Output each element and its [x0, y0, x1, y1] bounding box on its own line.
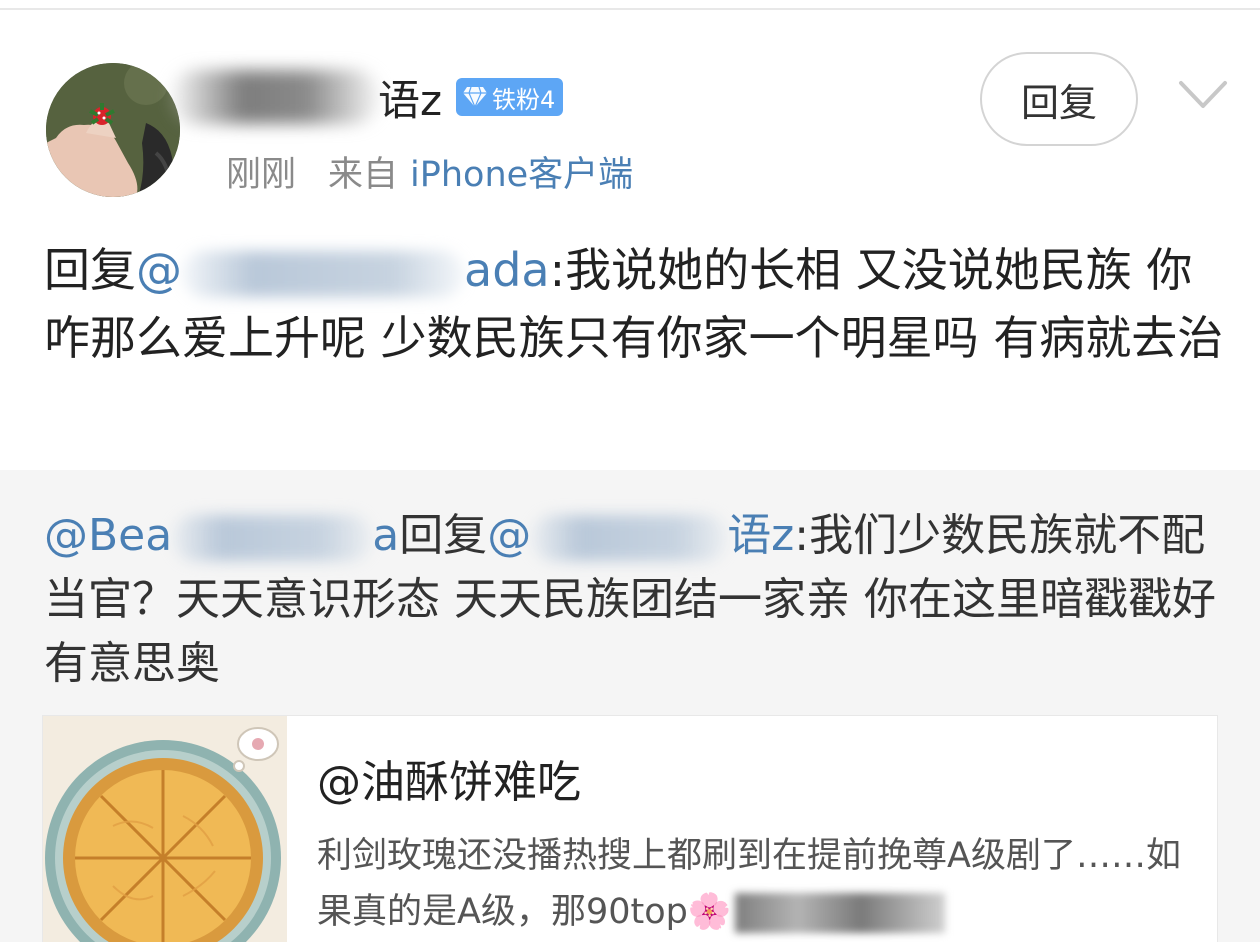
quoted-target-end: 语z: [727, 510, 795, 561]
source-link[interactable]: iPhone客户端: [410, 146, 633, 197]
diamond-icon: [463, 86, 488, 108]
card-description: 利剑玫瑰还没播热搜上都刷到在提前挽尊A级剧了……如果真的是A级，那90top🌸: [317, 828, 1197, 940]
quoted-target-redacted: [531, 515, 728, 561]
username[interactable]: 语z: [378, 67, 442, 128]
quoted-text: @Bea a回复@ 语z:我们少数民族就不配当官？天天意识形态 天天民族团结一家亲 …: [44, 504, 1229, 696]
post-meta: 刚刚 来自 iPhone客户端: [226, 146, 633, 197]
fan-badge[interactable]: 铁粉4: [456, 78, 564, 116]
username-row: 语z 铁粉4: [170, 62, 564, 132]
quoted-author-link[interactable]: @Bea a: [44, 510, 399, 561]
avatar[interactable]: [46, 63, 180, 197]
avatar-image: [46, 63, 180, 197]
quoted-reply-word: 回复: [399, 510, 488, 561]
chevron-down-icon[interactable]: [1178, 78, 1228, 112]
mention-link[interactable]: @ ada: [136, 243, 550, 297]
quoted-author-end: a: [372, 510, 400, 561]
comment-text: 回复@ ada:我说她的长相 又没说她民族 你咋那么爱上升呢 少数民族只有你家一个…: [44, 236, 1224, 372]
linked-post-card[interactable]: @油酥饼难吃 利剑玫瑰还没播热搜上都刷到在提前挽尊A级剧了……如果真的是A级，那…: [42, 715, 1218, 942]
mention-redacted: [182, 250, 464, 297]
username-redacted: [170, 70, 380, 124]
top-divider: [0, 8, 1260, 10]
quoted-author-start: @Bea: [44, 510, 173, 561]
fan-badge-label: 铁粉4: [492, 85, 556, 114]
mention-end: ada: [464, 243, 550, 297]
quoted-target-link[interactable]: @ 语z: [487, 510, 794, 561]
reply-prefix: 回复: [44, 243, 136, 297]
source-prefix: 来自: [328, 155, 399, 195]
weibo-comment-page: 语z 铁粉4 刚刚 来自 iPhone客户端 回复 回复@ ada:我说她的长相 …: [0, 0, 1260, 942]
flower-emoji: 🌸: [687, 892, 732, 932]
pie-illustration: [43, 716, 287, 942]
quoted-target-start: @: [487, 510, 532, 561]
card-thumbnail: [43, 716, 287, 942]
card-desc-redacted: [735, 893, 946, 933]
post-time: 刚刚: [226, 155, 297, 195]
quoted-comment[interactable]: @Bea a回复@ 语z:我们少数民族就不配当官？天天意识形态 天天民族团结一家亲 …: [0, 470, 1260, 942]
reply-button[interactable]: 回复: [980, 52, 1138, 146]
mention-start: @: [136, 243, 182, 297]
card-title: @油酥饼难吃: [317, 757, 581, 808]
quoted-author-redacted: [172, 515, 373, 561]
